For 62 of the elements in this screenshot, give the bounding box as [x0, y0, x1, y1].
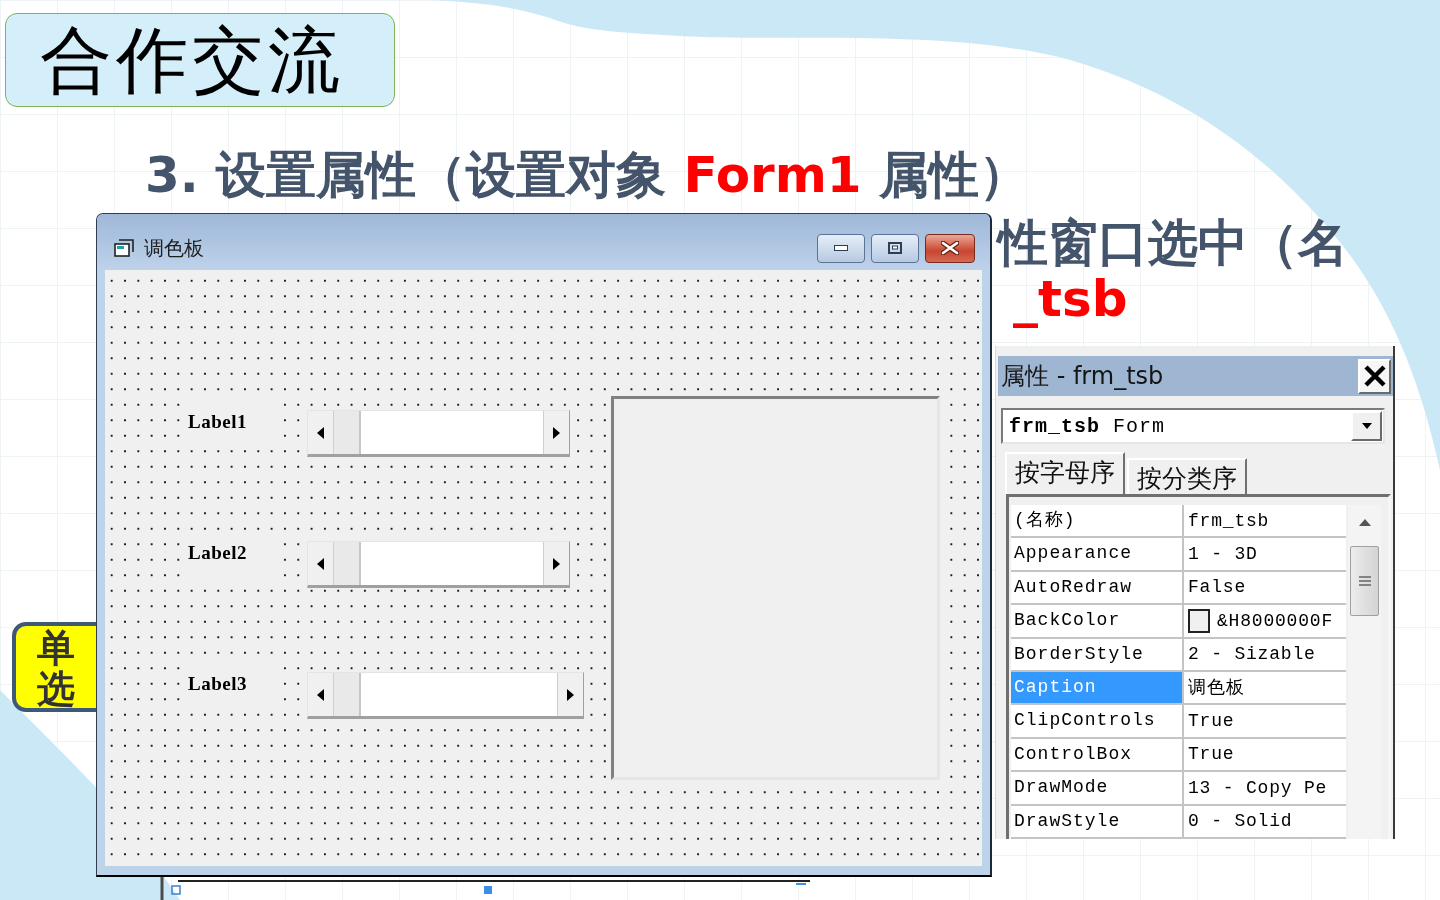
horizontal-scrollbar[interactable]: [307, 541, 570, 588]
tab[interactable]: 按分类序: [1127, 458, 1247, 494]
swatch-icon: [1188, 608, 1210, 633]
property-name[interactable]: Appearance: [1011, 538, 1184, 570]
scroll-right-button[interactable]: [557, 673, 583, 716]
property-name[interactable]: DrawStyle: [1011, 805, 1184, 837]
slide-heading: 3. 设置属性（设置对象 Form1 属性）: [145, 147, 1030, 203]
property-value[interactable]: &H8000000F: [1217, 608, 1334, 633]
dropdown-button[interactable]: [1351, 411, 1382, 441]
property-name[interactable]: AutoRedraw: [1011, 571, 1184, 604]
property-name[interactable]: ClipControls: [1011, 705, 1184, 737]
right-triangle-icon: [553, 426, 560, 439]
scroll-left-button[interactable]: [308, 542, 334, 585]
right-triangle-icon: [567, 688, 574, 701]
scroll-left-button[interactable]: [308, 673, 334, 716]
callout: 单 选: [12, 622, 96, 712]
scroll-thumb[interactable]: [334, 673, 361, 716]
property-name[interactable]: DrawMode: [1011, 772, 1184, 804]
scroll-right-button[interactable]: [543, 542, 569, 585]
vertical-scrollbar[interactable]: [1348, 505, 1381, 839]
grip-icon: [1358, 576, 1371, 586]
property-value[interactable]: 2 - Sizable: [1188, 642, 1316, 667]
maximize-icon: [888, 242, 902, 254]
panel-title: 属性 - frm_tsb: [1001, 361, 1164, 392]
property-value[interactable]: True: [1188, 742, 1235, 767]
property-name[interactable]: BorderStyle: [1011, 638, 1184, 670]
object-dropdown[interactable]: frm_tsb Form: [1001, 408, 1385, 444]
property-name[interactable]: BackColor: [1011, 605, 1184, 637]
text-fragment: _tsb: [1012, 271, 1128, 327]
scroll-thumb[interactable]: [334, 542, 361, 585]
property-value[interactable]: 调色板: [1188, 675, 1245, 700]
left-triangle-icon: [317, 426, 324, 439]
property-value[interactable]: 13 - Copy Pe: [1188, 775, 1328, 800]
caret-icon: [1361, 423, 1372, 429]
scroll-left-button[interactable]: [308, 411, 334, 454]
property-value[interactable]: 1 - 3D: [1188, 542, 1258, 567]
close-button[interactable]: [925, 233, 975, 263]
property-value[interactable]: 0 - Solid: [1188, 809, 1293, 834]
property-value[interactable]: frm_tsb: [1188, 508, 1270, 533]
minimize-button[interactable]: [817, 233, 865, 263]
left-triangle-icon: [317, 688, 324, 701]
up-arrow-icon: [1358, 519, 1371, 526]
window-icon: [114, 239, 134, 257]
minimize-icon: [834, 245, 848, 251]
horizontal-scrollbar[interactable]: [307, 672, 584, 719]
window-title: 调色板: [144, 234, 204, 262]
right-triangle-icon: [553, 557, 560, 570]
property-value[interactable]: True: [1188, 709, 1235, 734]
property-name[interactable]: ControlBox: [1011, 738, 1184, 771]
property-value[interactable]: False: [1188, 575, 1246, 600]
title-badge: 合作交流: [5, 13, 395, 107]
close-icon: [1363, 365, 1386, 387]
maximize-button[interactable]: [871, 233, 919, 263]
scroll-thumb[interactable]: [334, 411, 361, 454]
scroll-thumb[interactable]: [1350, 546, 1379, 616]
tab[interactable]: 按字母序: [1005, 452, 1125, 494]
text-fragment: 性窗口选中（名: [995, 215, 1348, 271]
scroll-right-button[interactable]: [543, 411, 569, 454]
close-icon: [941, 241, 959, 255]
horizontal-scrollbar[interactable]: [307, 410, 570, 457]
property-name[interactable]: (名称): [1011, 505, 1184, 537]
left-triangle-icon: [317, 557, 324, 570]
